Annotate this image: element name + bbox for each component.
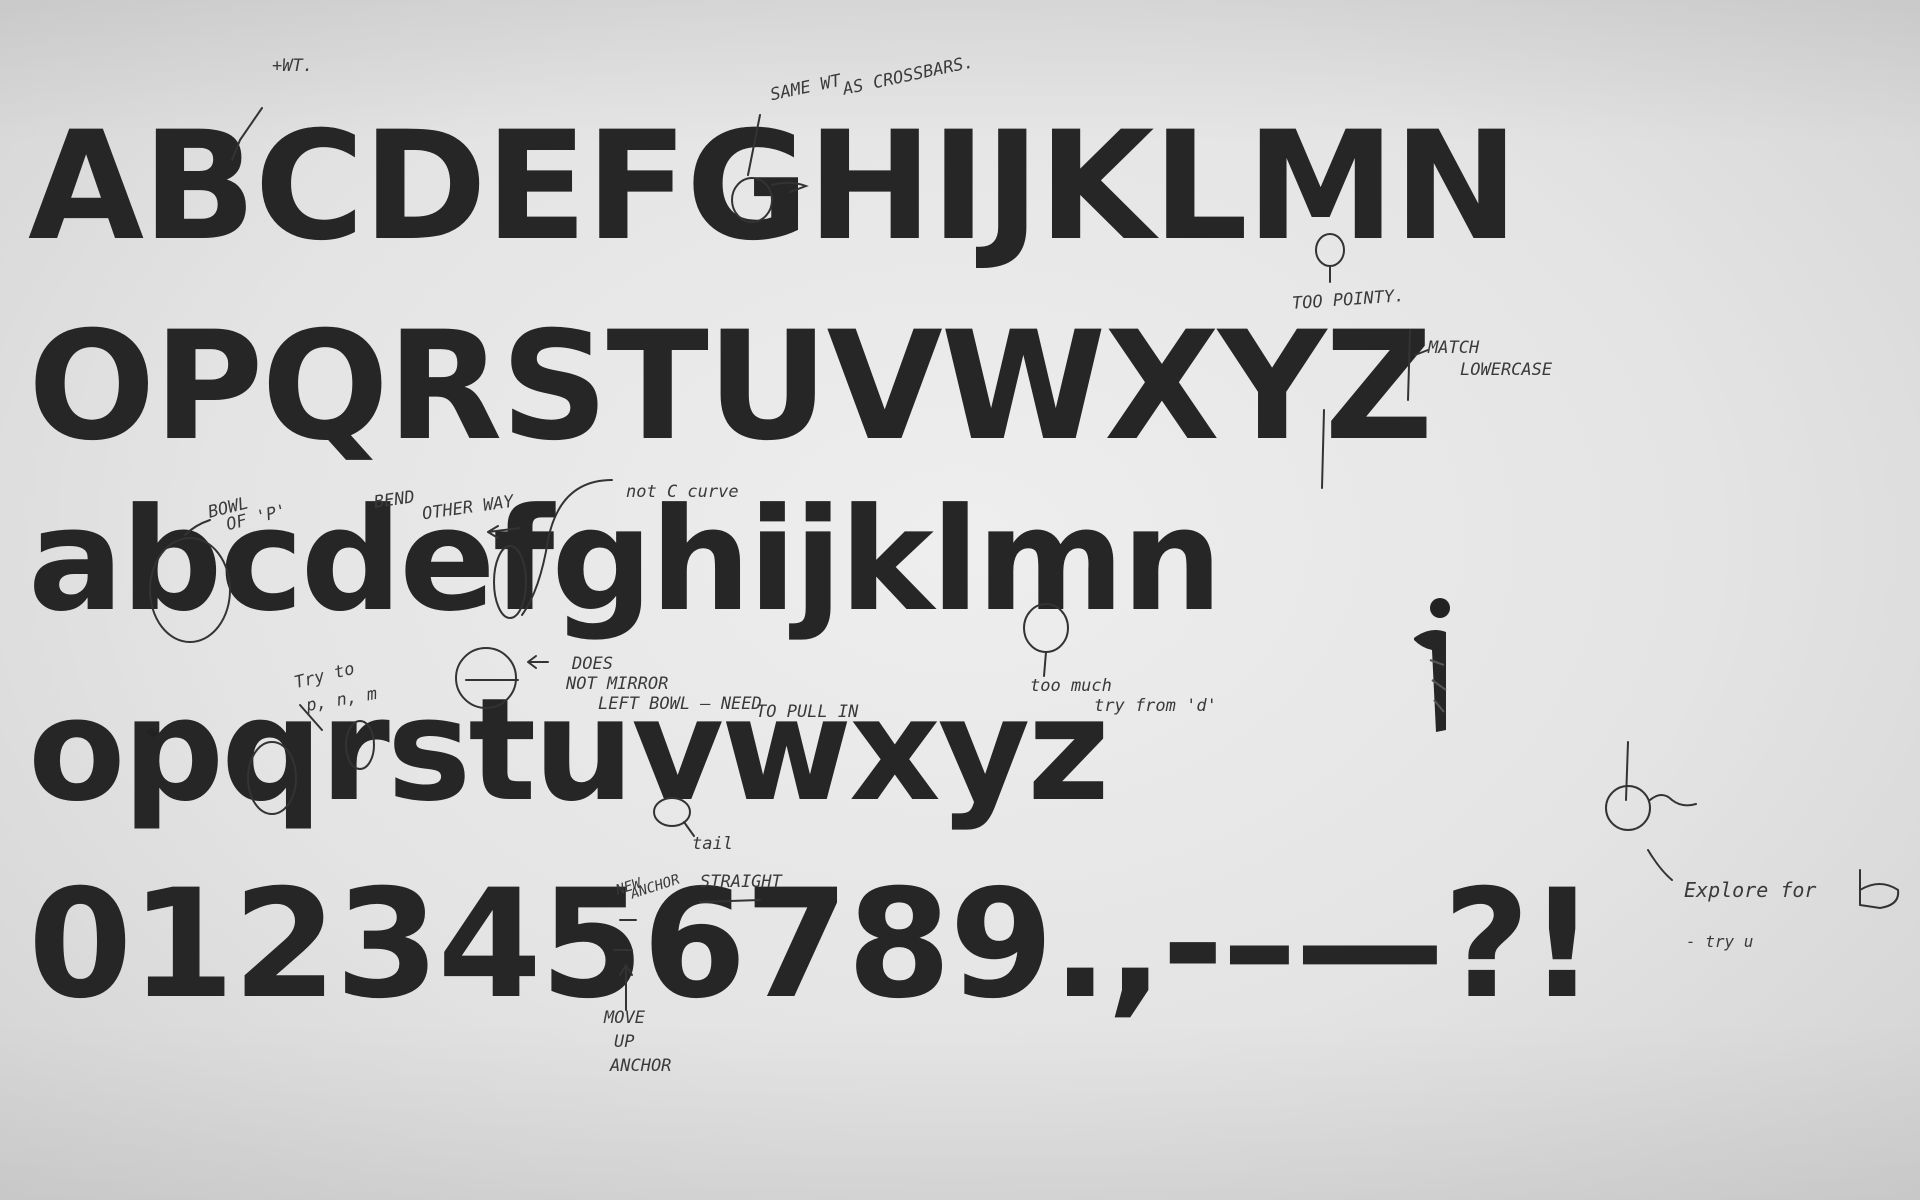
m-vertex-circle	[1315, 233, 1345, 267]
r-shoulder-circle	[345, 720, 375, 770]
explore-b-stem	[1625, 741, 1629, 801]
note-move-up-anchor-2: UP	[614, 1032, 635, 1052]
explore-b-small	[1859, 869, 1900, 910]
e-terminal-circle	[493, 545, 527, 619]
explore-b-bowl	[1605, 785, 1651, 831]
same-wt-pointer	[747, 114, 761, 176]
bend-other-way-arrow	[487, 525, 521, 539]
z-guide-right	[1407, 329, 1411, 401]
six-anchor-ticks	[613, 919, 637, 951]
note-match-lowercase-2: LOWERCASE	[1460, 360, 1553, 380]
note-does-not-mirror-1: DOES	[572, 654, 613, 674]
move-up-anchor-arrow	[619, 964, 633, 1011]
note-tail: tail	[692, 834, 733, 854]
note-wt: +WT.	[272, 56, 313, 76]
pen-marks	[146, 107, 1900, 1011]
bowl-of-p-pointer	[184, 519, 211, 536]
note-too-much-1: too much	[1030, 676, 1112, 696]
too-much-pointer	[1043, 651, 1047, 677]
small-ink-mark	[146, 728, 158, 738]
g-crossbar-arrow	[771, 181, 809, 193]
z-guide-left	[1321, 409, 1325, 489]
note-explore-1: Explore for	[1684, 878, 1817, 902]
mirror-bowl-diagram	[455, 647, 517, 709]
note-does-not-mirror-3: LEFT BOWL — NEED	[598, 694, 762, 714]
note-match-lowercase-1: MATCH	[1428, 338, 1480, 358]
wt-pointer-line	[231, 107, 263, 161]
g-crossbar-circle	[731, 177, 773, 223]
scribbled-i-sketch	[1414, 598, 1450, 732]
f-curve-sketch	[521, 479, 613, 616]
explore-pointer	[1647, 849, 1673, 881]
q-bowl-circle	[247, 741, 297, 815]
b-bowl-circle	[149, 537, 231, 643]
note-too-much-2: try from 'd'	[1094, 696, 1217, 716]
note-straight: STRAIGHT	[700, 872, 782, 892]
does-not-mirror-arrow	[527, 655, 549, 669]
note-move-up-anchor-3: ANCHOR	[610, 1056, 672, 1076]
match-lowercase-pointer	[1414, 349, 1429, 356]
note-not-c-curve: not C curve	[626, 482, 739, 502]
explore-b-shoulder	[1649, 794, 1697, 807]
note-does-not-mirror-4: TO PULL IN	[756, 702, 859, 722]
seven-straight-line	[699, 899, 761, 903]
note-explore-2: - try u	[1686, 932, 1754, 951]
note-move-up-anchor-1: MOVE	[604, 1008, 645, 1028]
note-does-not-mirror-2: NOT MIRROR	[566, 674, 669, 694]
l-tail-circle	[1023, 603, 1069, 653]
